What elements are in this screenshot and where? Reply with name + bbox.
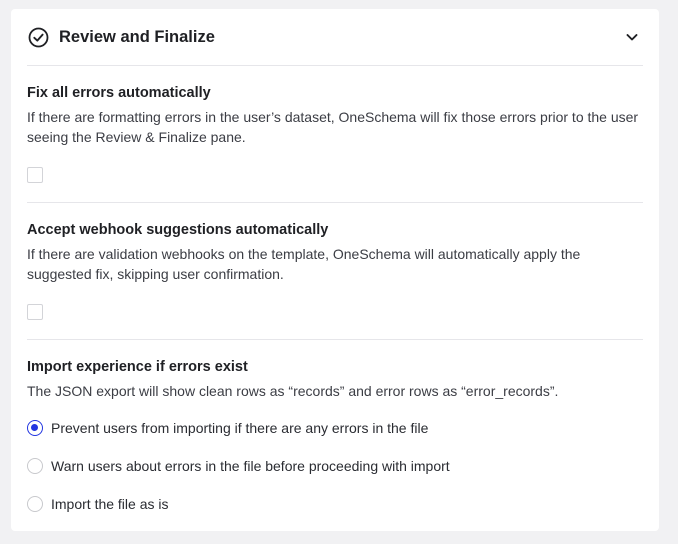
section-header[interactable]: Review and Finalize — [27, 9, 643, 66]
import-experience-section: Import experience if errors exist The JS… — [27, 358, 643, 418]
radio-label: Prevent users from importing if there ar… — [51, 420, 429, 436]
webhook-suggestions-title: Accept webhook suggestions automatically — [27, 222, 329, 238]
check-circle-icon — [28, 27, 49, 48]
fix-errors-checkbox[interactable] — [27, 167, 43, 183]
webhook-suggestions-checkbox[interactable] — [27, 304, 43, 320]
import-experience-title: Import experience if errors exist — [27, 359, 248, 375]
radio-button[interactable] — [27, 496, 43, 512]
radio-option-prevent[interactable]: Prevent users from importing if there ar… — [27, 420, 428, 436]
radio-option-warn[interactable]: Warn users about errors in the file befo… — [27, 458, 450, 474]
fix-errors-title: Fix all errors automatically — [27, 85, 211, 101]
radio-label: Import the file as is — [51, 496, 169, 512]
fix-errors-section: Fix all errors automatically If there ar… — [27, 84, 643, 203]
review-finalize-card: Review and Finalize Fix all errors autom… — [11, 9, 659, 531]
radio-button[interactable] — [27, 458, 43, 474]
page-title: Review and Finalize — [59, 27, 215, 46]
radio-button[interactable] — [27, 420, 43, 436]
fix-errors-description: If there are formatting errors in the us… — [27, 109, 639, 145]
webhook-suggestions-section: Accept webhook suggestions automatically… — [27, 221, 643, 340]
webhook-suggestions-description: If there are validation webhooks on the … — [27, 246, 581, 282]
radio-option-import-as-is[interactable]: Import the file as is — [27, 496, 169, 512]
import-experience-description: The JSON export will show clean rows as … — [27, 383, 559, 399]
radio-label: Warn users about errors in the file befo… — [51, 458, 450, 474]
chevron-down-icon[interactable] — [625, 30, 639, 44]
